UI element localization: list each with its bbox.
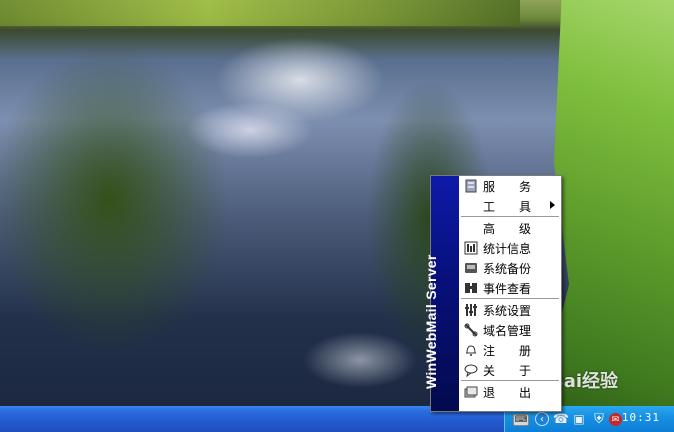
menu-item-system-backup[interactable]: 系统备份 — [459, 258, 561, 278]
menu-label-char: 出 — [518, 385, 531, 400]
menu-item-server[interactable]: 服 务 — [459, 176, 561, 196]
menu-item-system-settings[interactable]: 系统设置 — [459, 300, 561, 320]
menu-item-event-viewer[interactable]: 事件查看 — [459, 278, 561, 298]
menu-item-advanced[interactable]: 高 级 — [459, 218, 561, 238]
stats-icon — [463, 240, 479, 256]
menu-label: 系统设置 — [483, 303, 532, 318]
menu-label: 域名管理 — [483, 323, 532, 338]
keyboard-icon[interactable]: ⌨ — [513, 414, 529, 426]
event-icon — [463, 280, 479, 296]
menu-label-char: 具 — [518, 199, 531, 214]
taskbar: ⌨ ‹ ☎ ▣ ⛨ ✉ 10:31 — [0, 406, 674, 432]
backup-icon — [463, 260, 479, 276]
shield-icon[interactable]: ⛨ — [591, 411, 607, 427]
phone-icon[interactable]: ☎ — [553, 411, 569, 427]
menu-label-char: 于 — [518, 363, 531, 378]
menu-label: 统计信息 — [483, 241, 532, 256]
clock[interactable]: 10:31 — [622, 411, 660, 424]
show-hidden-icon[interactable]: ‹ — [535, 412, 549, 426]
server-tray-icon[interactable]: ✉ — [609, 413, 622, 426]
menu-item-tools[interactable]: 工 具 — [459, 196, 561, 216]
menu-label-char: 务 — [518, 179, 531, 194]
exit-icon — [463, 384, 479, 400]
menu-item-about[interactable]: 关 于 — [459, 360, 561, 380]
menu-side-band: WinWebMail Server — [423, 176, 459, 411]
monitor-icon[interactable]: ▣ — [571, 411, 587, 427]
menu-side-title: WinWebMail Server — [423, 254, 439, 389]
speech-bubble-icon — [463, 362, 479, 378]
menu-item-statistics[interactable]: 统计信息 — [459, 238, 561, 258]
submenu-arrow-icon — [550, 201, 555, 209]
context-menu: WinWebMail Server 服 务 工 具 高 级 统计信息 系统备份 … — [423, 175, 562, 412]
bell-icon — [463, 342, 479, 358]
menu-label-char: 关 — [483, 363, 496, 378]
menu-item-register[interactable]: 注 册 — [459, 340, 561, 360]
menu-label-char: 退 — [483, 385, 496, 400]
menu-label-char: 服 — [483, 179, 496, 194]
menu-label-char: 高 — [483, 221, 496, 236]
menu-item-domain-management[interactable]: 域名管理 — [459, 320, 561, 340]
menu-label-char: 级 — [518, 221, 531, 236]
settings-icon — [463, 302, 479, 318]
menu-label-char: 工 — [483, 199, 496, 214]
menu-label-char: 册 — [518, 343, 531, 358]
menu-label: 系统备份 — [483, 261, 532, 276]
menu-label: 事件查看 — [483, 281, 532, 296]
menu-label-char: 注 — [483, 343, 496, 358]
menu-item-exit[interactable]: 退 出 — [459, 382, 561, 402]
domain-icon — [463, 322, 479, 338]
wallpaper-grass-strip — [0, 0, 520, 26]
server-icon — [463, 178, 479, 194]
menu-items: 服 务 工 具 高 级 统计信息 系统备份 事件查看 系统设置 域名管理 注 册… — [459, 176, 561, 402]
